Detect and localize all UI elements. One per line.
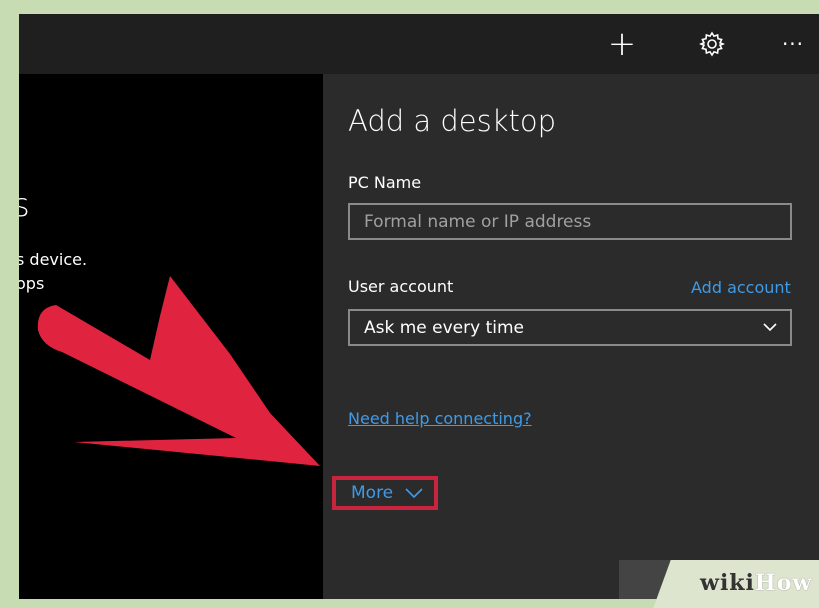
watermark-wiki: wiki [700,570,755,596]
pointer-arrow-annotation [37,276,321,466]
watermark-logo: wikiHow [700,570,812,596]
watermark-how: How [754,570,813,596]
